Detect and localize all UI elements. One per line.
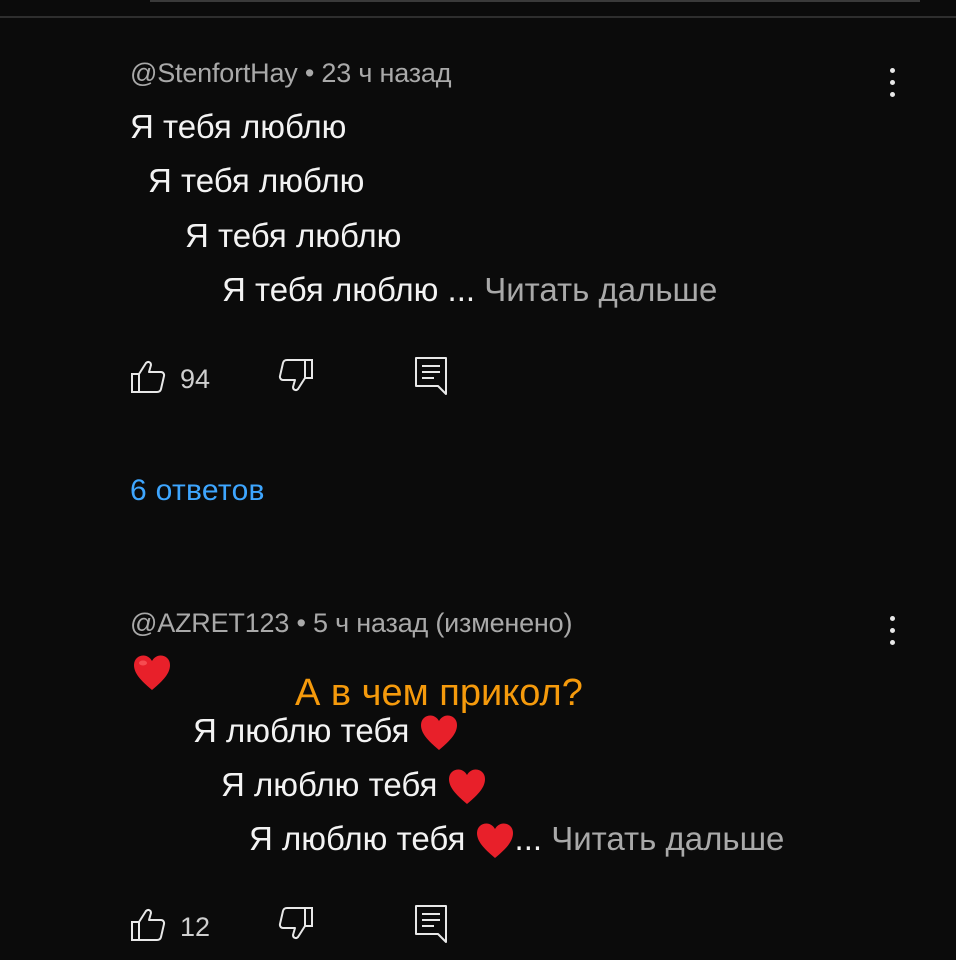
comment-icon [415,905,447,943]
ellipsis: ... [514,820,543,857]
comment-menu-button[interactable] [880,60,904,104]
dislike-button[interactable] [278,358,314,397]
like-button[interactable] [130,360,166,399]
comment-icon [415,357,447,395]
thumb-down-icon [278,907,313,940]
comment-menu-button[interactable] [880,608,904,652]
heart-emoji-icon [476,823,513,859]
comment-text-line: Я люблю тебя [193,712,410,749]
overlay-caption: А в чем прикол? [295,672,583,714]
comment-text-line: Я тебя люблю [130,108,347,145]
comment-text-line: Я тебя люблю [148,162,365,199]
comment-text-line: Я люблю тебя [249,820,466,857]
comment-text-line: Я люблю тебя [221,766,438,803]
like-count: 94 [180,364,211,394]
comment-text-line: Я тебя люблю [185,217,402,254]
reply-button[interactable] [414,904,448,949]
like-count: 12 [180,912,211,942]
more-vertical-icon [889,615,895,621]
like-button[interactable] [130,908,166,947]
view-replies-link[interactable]: 6 ответов [130,474,265,508]
heart-emoji-icon [420,715,457,751]
thumb-up-icon [131,908,166,941]
thumb-up-icon [131,360,166,393]
thumb-down-icon [278,359,313,392]
heart-emoji-icon [448,769,485,805]
read-more-link[interactable]: Читать дальше [484,271,717,308]
heart-emoji-icon [132,654,172,697]
reply-button[interactable] [414,356,448,401]
top-divider [0,16,956,18]
comment-text-line: Я тебя люблю ... [222,271,476,308]
comment-author-meta[interactable]: @AZRET123 • 5 ч назад (изменено) [130,608,572,639]
read-more-link[interactable]: Читать дальше [551,820,784,857]
top-divider-highlight [150,0,920,2]
dislike-button[interactable] [278,906,314,945]
more-vertical-icon [889,67,895,73]
comment-author-meta[interactable]: @StenfortHay • 23 ч назад [130,58,452,89]
